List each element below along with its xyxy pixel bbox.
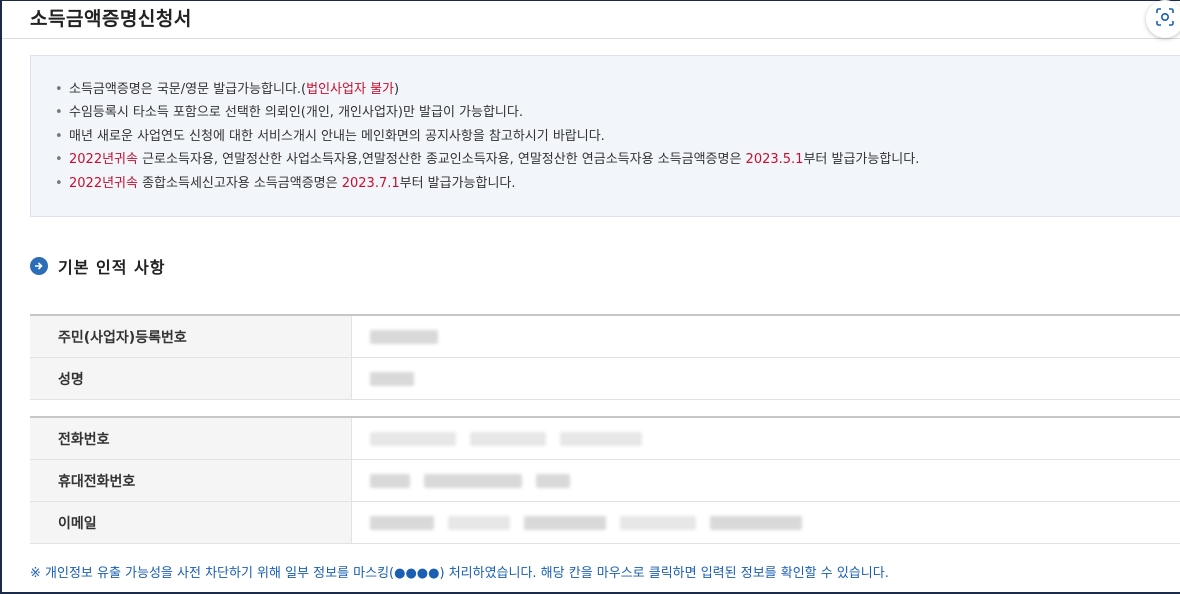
notice-box: 소득금액증명은 국문/영문 발급가능합니다.(법인사업자 불가) 수임등록시 타… xyxy=(30,55,1180,217)
email-value[interactable] xyxy=(352,502,1180,543)
scan-icon xyxy=(1156,8,1174,30)
basic-info-table: 주민(사업자)등록번호 성명 xyxy=(30,314,1180,400)
masked-value xyxy=(424,473,522,488)
masked-value xyxy=(536,473,570,488)
masked-value xyxy=(370,371,414,386)
notice-item: 2022년귀속 종합소득세신고자용 소득금액증명은 2023.7.1부터 발급가… xyxy=(55,172,1180,196)
table-row: 휴대전화번호 xyxy=(30,460,1180,502)
notice-item: 소득금액증명은 국문/영문 발급가능합니다.(법인사업자 불가) xyxy=(55,78,1180,102)
row-label: 이메일 xyxy=(30,502,352,543)
table-row: 주민(사업자)등록번호 xyxy=(30,316,1180,358)
scan-button[interactable] xyxy=(1146,0,1180,38)
masked-value xyxy=(370,473,410,488)
phone-value[interactable] xyxy=(352,418,1180,459)
notice-highlight: 2022년귀속 xyxy=(69,175,138,191)
masked-value xyxy=(560,431,642,446)
masked-value xyxy=(448,515,510,530)
table-row: 성명 xyxy=(30,358,1180,400)
contact-info-table: 전화번호 휴대전화번호 이메일 xyxy=(30,416,1180,544)
notice-list: 소득금액증명은 국문/영문 발급가능합니다.(법인사업자 불가) 수임등록시 타… xyxy=(55,78,1180,195)
masked-value xyxy=(370,329,438,344)
notice-highlight: 법인사업자 불가 xyxy=(306,82,394,97)
mobile-value[interactable] xyxy=(352,460,1180,501)
masked-value xyxy=(710,515,802,530)
row-label: 휴대전화번호 xyxy=(30,460,352,501)
masked-value xyxy=(620,515,696,530)
arrow-circle-icon xyxy=(30,257,48,275)
page-title: 소득금액증명신청서 xyxy=(30,8,192,30)
name-value[interactable] xyxy=(352,358,1180,399)
notice-highlight: 2022년귀속 xyxy=(69,152,138,168)
section-header: 기본 인적 사항 xyxy=(30,254,165,278)
registration-number-value[interactable] xyxy=(352,316,1180,357)
section-title: 기본 인적 사항 xyxy=(58,258,166,277)
masking-footnote: ※ 개인정보 유출 가능성을 사전 차단하기 위해 일부 정보를 마스킹(●●●… xyxy=(30,566,889,581)
masked-value xyxy=(470,431,546,446)
masked-value xyxy=(370,431,456,446)
notice-highlight: 2023.5.1 xyxy=(745,152,804,168)
masked-value xyxy=(370,515,434,530)
notice-item: 2022년귀속 근로소득자용, 연말정산한 사업소득자용,연말정산한 종교인소득… xyxy=(55,148,1180,172)
notice-highlight: 2023.7.1 xyxy=(341,175,400,191)
notice-item: 수임등록시 타소득 포함으로 선택한 의뢰인(개인, 개인사업자)만 발급이 가… xyxy=(55,101,1180,125)
table-row: 이메일 xyxy=(30,502,1180,544)
title-divider xyxy=(2,38,1180,39)
masked-value xyxy=(524,515,606,530)
row-label: 주민(사업자)등록번호 xyxy=(30,316,352,357)
row-label: 전화번호 xyxy=(30,418,352,459)
row-label: 성명 xyxy=(30,358,352,399)
table-row: 전화번호 xyxy=(30,418,1180,460)
notice-item: 매년 새로운 사업연도 신청에 대한 서비스개시 안내는 메인화면의 공지사항을… xyxy=(55,125,1180,149)
